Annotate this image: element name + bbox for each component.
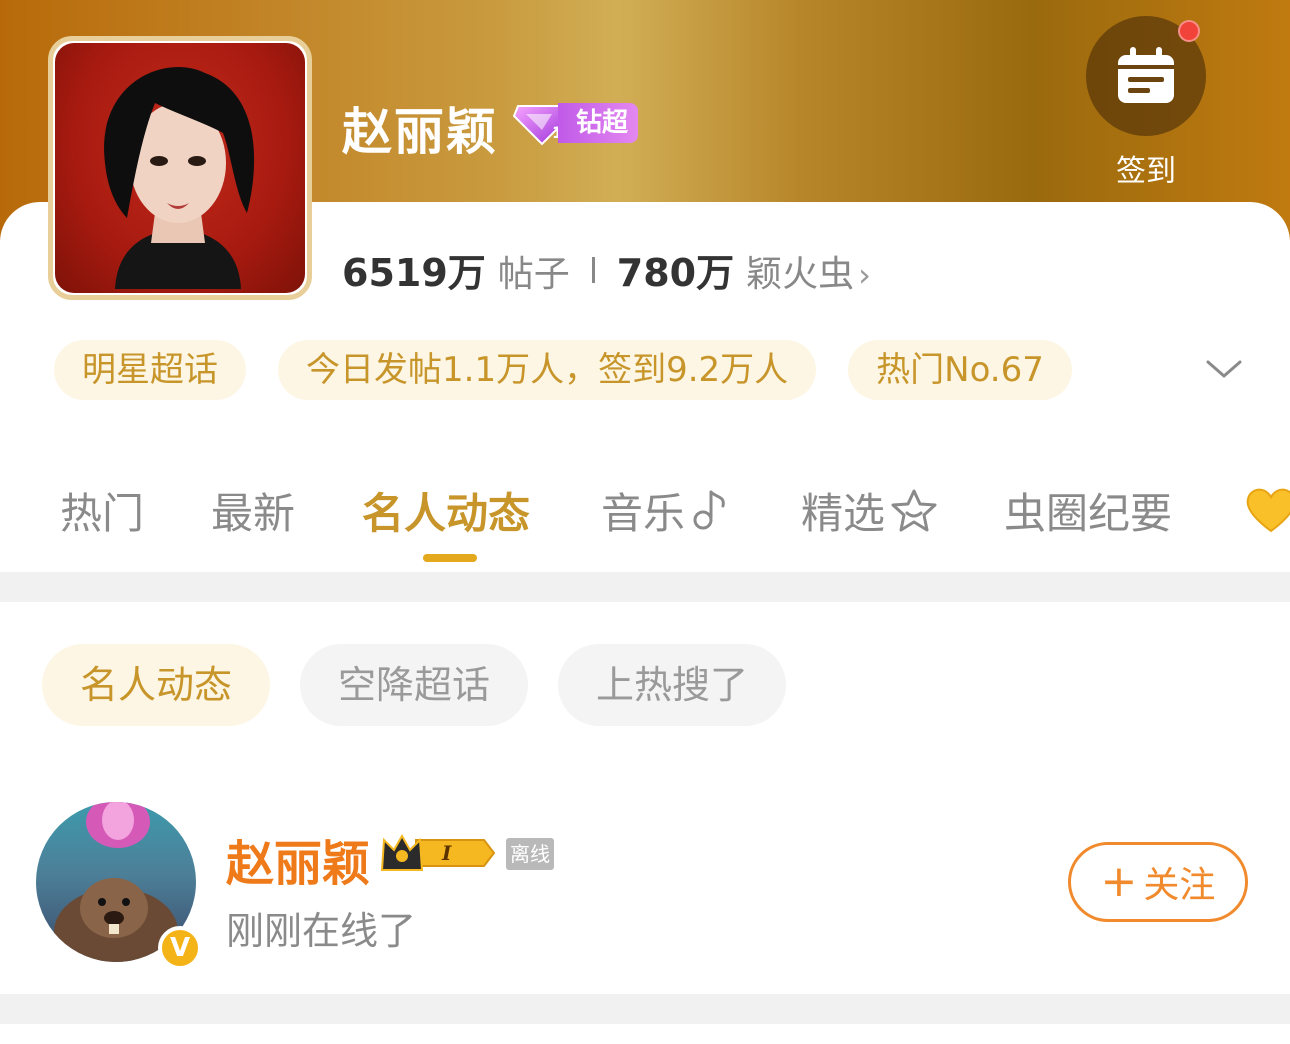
tag-hot-rank[interactable]: 热门No.67	[848, 340, 1072, 400]
offline-badge: 离线	[506, 838, 554, 870]
active-tab-indicator	[423, 554, 477, 562]
tab-hot[interactable]: 热门	[60, 478, 144, 542]
section-divider-bottom	[0, 994, 1290, 1024]
chip-airdrop-topic[interactable]: 空降超话	[300, 644, 529, 726]
app-root: 签到 赵丽颖 1	[0, 0, 1290, 1044]
notification-dot	[1178, 20, 1200, 42]
posts-label: 帖子	[497, 254, 570, 295]
star-icon	[891, 489, 937, 532]
topic-name: 赵丽颖	[342, 103, 498, 161]
tab-featured-label: 精选	[801, 488, 886, 538]
calendar-icon	[1118, 47, 1174, 103]
tab-celebrity-news[interactable]: 名人动态	[362, 478, 530, 542]
section-divider	[0, 572, 1290, 602]
tab-featured[interactable]: 精选	[801, 478, 939, 542]
follow-label: 关注	[1143, 865, 1216, 906]
filter-chips: 名人动态 空降超话 上热搜了	[42, 644, 787, 726]
tab-bar: 热门 最新 名人动态 音乐 精选 虫圈纪要	[0, 478, 1290, 568]
portrait-illustration	[104, 67, 255, 289]
tab-celebrity-news-label: 名人动态	[362, 488, 531, 538]
level-text: I	[441, 841, 452, 865]
chevron-down-icon[interactable]	[1204, 354, 1244, 384]
follow-button[interactable]: + 关注	[1068, 842, 1248, 922]
tab-fan-summary[interactable]: 虫圈纪要	[1004, 478, 1172, 542]
checkin-button[interactable]	[1086, 16, 1206, 136]
tab-latest[interactable]: 最新	[211, 478, 295, 542]
crown-level-badge: I	[380, 833, 496, 871]
tag-star-topic[interactable]: 明星超话	[54, 340, 246, 400]
topic-tags: 明星超话 今日发帖1.1万人，签到9.2万人 热门No.67	[54, 340, 1072, 400]
chip-celebrity-news[interactable]: 名人动态	[42, 644, 271, 726]
tab-music-label: 音乐	[601, 488, 686, 538]
badge-text: 钻超	[558, 103, 639, 143]
tab-heart[interactable]	[1244, 478, 1290, 542]
post-status-text: 刚刚在线了	[226, 909, 417, 953]
checkin-label: 签到	[1116, 154, 1176, 189]
tab-fan-summary-label: 虫圈纪要	[1004, 488, 1173, 538]
chevron-right-icon[interactable]: ›	[858, 256, 871, 294]
music-note-icon	[693, 490, 725, 530]
chip-trending[interactable]: 上热搜了	[558, 644, 787, 726]
verified-badge: V	[158, 926, 202, 970]
super-fan-badge[interactable]: 1 钻超	[512, 100, 639, 146]
topic-stats: 6519万 帖子 780万 颖火虫 ›	[342, 242, 871, 297]
tab-latest-label: 最新	[211, 488, 296, 538]
tab-music[interactable]: 音乐	[601, 478, 731, 542]
tab-hot-label: 热门	[60, 488, 145, 538]
stats-divider	[591, 256, 595, 283]
posts-count: 6519万	[342, 251, 486, 295]
fans-count[interactable]: 780万	[617, 242, 734, 297]
plus-icon: +	[1100, 856, 1138, 907]
topic-avatar[interactable]	[48, 36, 312, 300]
fans-label[interactable]: 颖火虫	[746, 245, 854, 297]
topic-avatar-image	[55, 43, 305, 293]
tag-daily-activity[interactable]: 今日发帖1.1万人，签到9.2万人	[278, 340, 817, 400]
heart-icon	[1246, 488, 1290, 533]
checkin[interactable]: 签到	[1086, 16, 1206, 190]
post-user-name[interactable]: 赵丽颖	[226, 824, 370, 894]
